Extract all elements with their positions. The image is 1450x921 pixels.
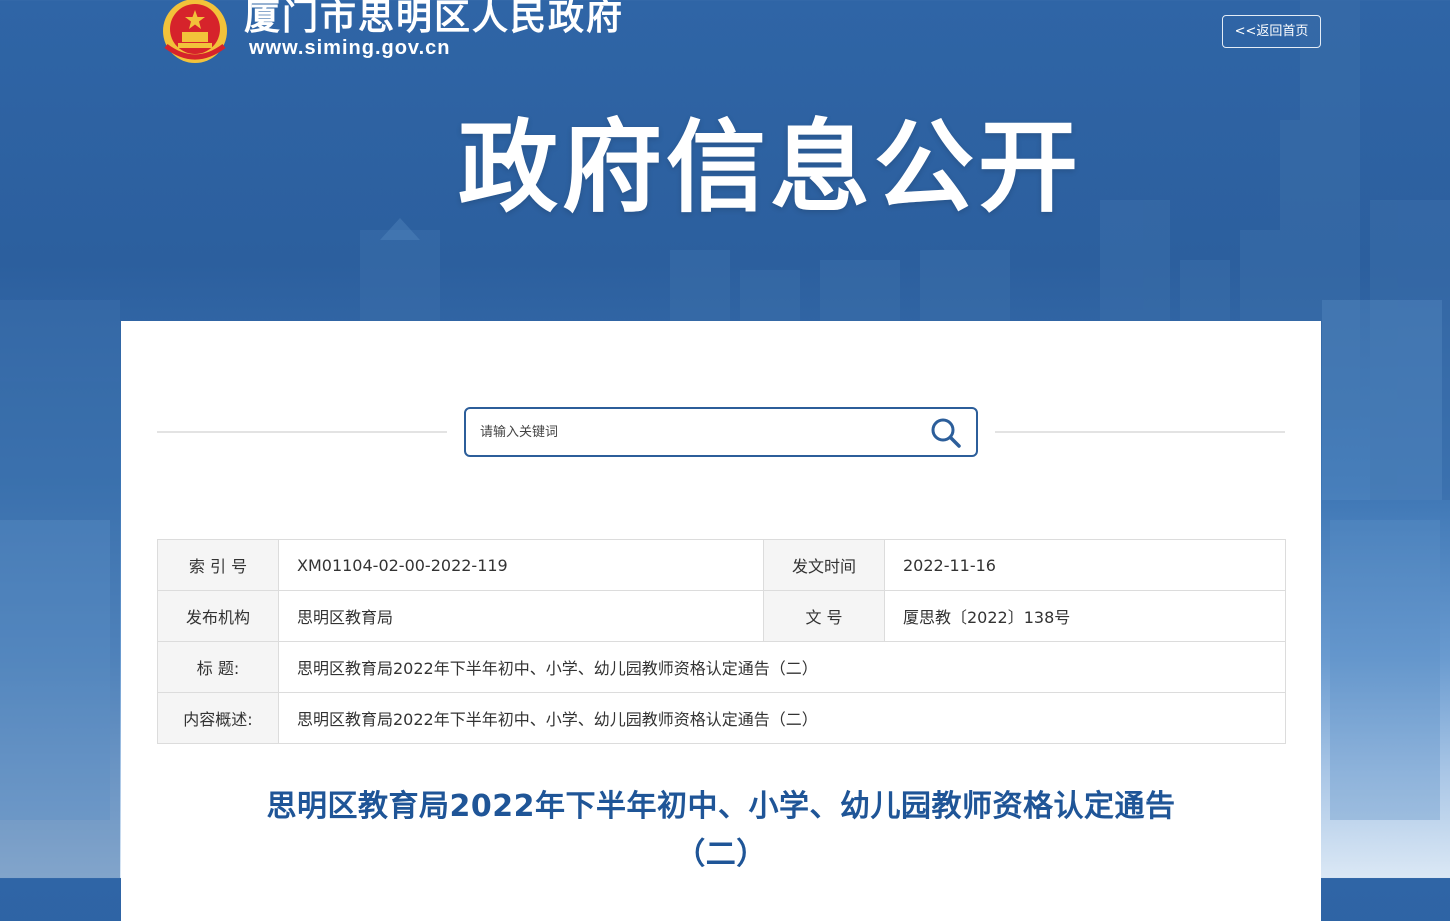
title-value: 思明区教育局2022年下半年初中、小学、幼儿园教师资格认定通告（二） [278,641,1286,693]
document-meta-table: 索 引 号 XM01104-02-00-2022-119 发文时间 2022-1… [157,539,1286,744]
site-url: www.siming.gov.cn [249,37,451,59]
banner-title: 政府信息公开 [458,109,1082,226]
issue-date-value: 2022-11-16 [884,539,1286,591]
summary-label: 内容概述: [157,692,279,744]
index-no-value: XM01104-02-00-2022-119 [278,539,764,591]
search-divider-right [995,431,1285,433]
search-icon[interactable] [930,417,962,449]
title-label: 标 题: [157,641,279,693]
publisher-value: 思明区教育局 [278,590,764,642]
issue-date-label: 发文时间 [763,539,885,591]
search-divider-left [157,431,447,433]
content-panel: 索 引 号 XM01104-02-00-2022-119 发文时间 2022-1… [121,321,1321,921]
doc-no-label: 文 号 [763,590,885,642]
search-box [464,407,978,457]
search-input[interactable] [480,409,910,455]
table-row: 内容概述: 思明区教育局2022年下半年初中、小学、幼儿园教师资格认定通告（二） [157,692,1286,744]
document-title-line-2: （二） [675,837,767,872]
document-title-line-1: 思明区教育局2022年下半年初中、小学、幼儿园教师资格认定通告 [266,789,1176,824]
site-name: 厦门市思明区人民政府 [244,0,625,38]
summary-value: 思明区教育局2022年下半年初中、小学、幼儿园教师资格认定通告（二） [278,692,1286,744]
table-row: 索 引 号 XM01104-02-00-2022-119 发文时间 2022-1… [157,539,1286,591]
table-row: 标 题: 思明区教育局2022年下半年初中、小学、幼儿园教师资格认定通告（二） [157,641,1286,693]
publisher-label: 发布机构 [157,590,279,642]
doc-no-value: 厦思教〔2022〕138号 [884,590,1286,642]
national-emblem-logo [163,0,227,63]
table-row: 发布机构 思明区教育局 文 号 厦思教〔2022〕138号 [157,590,1286,642]
index-no-label: 索 引 号 [157,539,279,591]
document-title: 思明区教育局2022年下半年初中、小学、幼儿园教师资格认定通告 （二） [121,783,1321,879]
back-home-button[interactable]: <<返回首页 [1222,15,1321,48]
